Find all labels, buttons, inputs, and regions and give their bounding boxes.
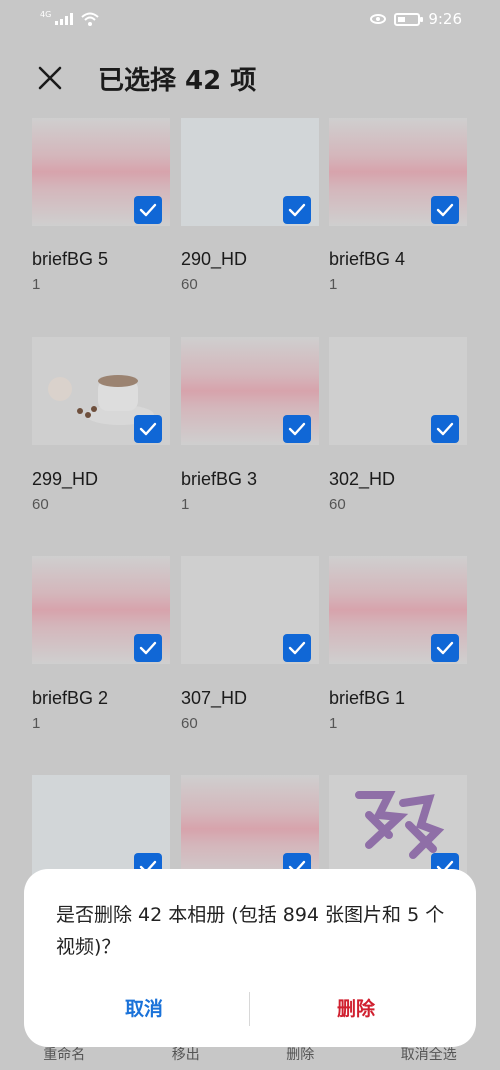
checkbox-checked-icon[interactable] xyxy=(283,634,311,662)
dialog-message: 是否删除 42 本相册 (包括 894 张图片和 5 个视频)？ xyxy=(56,904,445,958)
album-tile[interactable]: briefBG 3 1 xyxy=(181,337,319,513)
album-name: briefBG 4 xyxy=(329,249,406,269)
album-name: briefBG 3 xyxy=(181,469,258,489)
album-name: 299_HD xyxy=(32,469,99,489)
move-out-action[interactable]: 移出 xyxy=(172,1044,200,1064)
album-thumbnail xyxy=(32,775,170,883)
album-name: 307_HD xyxy=(181,688,248,708)
album-count: 60 xyxy=(181,715,198,732)
delete-action[interactable]: 删除 xyxy=(286,1044,314,1064)
cancel-button[interactable]: 取消 xyxy=(44,993,244,1025)
album-tile[interactable]: briefBG 2 1 xyxy=(32,556,170,732)
album-name: 302_HD xyxy=(329,469,396,489)
album-tile[interactable]: 307_HD 60 xyxy=(181,556,319,732)
album-tile[interactable] xyxy=(181,775,319,883)
checkbox-checked-icon[interactable] xyxy=(431,415,459,443)
rename-action[interactable]: 重命名 xyxy=(43,1044,85,1064)
album-tile[interactable]: briefBG 1 1 xyxy=(329,556,467,732)
album-tile[interactable] xyxy=(329,775,467,883)
album-thumbnail xyxy=(181,775,319,883)
album-thumbnail xyxy=(32,118,170,226)
album-thumbnail xyxy=(181,556,319,664)
album-count: 60 xyxy=(32,496,49,513)
checkbox-checked-icon[interactable] xyxy=(431,634,459,662)
album-name: briefBG 1 xyxy=(329,688,406,708)
album-thumbnail xyxy=(181,118,319,226)
album-count: 1 xyxy=(32,715,41,732)
album-thumbnail xyxy=(329,118,467,226)
checkbox-checked-icon[interactable] xyxy=(134,634,162,662)
album-tile[interactable]: 302_HD 60 xyxy=(329,337,467,513)
album-name: briefBG 5 xyxy=(32,249,109,269)
album-thumbnail xyxy=(32,556,170,664)
checkbox-checked-icon[interactable] xyxy=(431,196,459,224)
album-thumbnail xyxy=(32,337,170,445)
checkbox-checked-icon[interactable] xyxy=(283,415,311,443)
album-thumbnail xyxy=(329,775,467,883)
album-thumbnail xyxy=(181,337,319,445)
delete-confirm-dialog: 是否删除 42 本相册 (包括 894 张图片和 5 个视频)？ 取消 删除 xyxy=(24,869,476,1047)
album-thumbnail xyxy=(329,337,467,445)
album-tile[interactable]: briefBG 4 1 xyxy=(329,118,467,293)
checkbox-checked-icon[interactable] xyxy=(134,415,162,443)
dialog-divider xyxy=(249,992,250,1026)
album-count: 60 xyxy=(329,496,346,513)
album-name: 290_HD xyxy=(181,249,248,269)
album-tile[interactable] xyxy=(32,775,170,883)
album-name: briefBG 2 xyxy=(32,688,109,708)
album-count: 1 xyxy=(181,496,190,513)
album-thumbnail xyxy=(329,556,467,664)
album-tile[interactable]: 290_HD 60 xyxy=(181,118,319,293)
delete-button[interactable]: 删除 xyxy=(256,993,456,1025)
checkbox-checked-icon[interactable] xyxy=(283,196,311,224)
album-tile[interactable]: 299_HD 60 xyxy=(32,337,170,513)
album-count: 1 xyxy=(329,276,338,293)
album-count: 1 xyxy=(32,276,41,293)
checkbox-checked-icon[interactable] xyxy=(134,196,162,224)
album-count: 60 xyxy=(181,276,198,293)
album-tile[interactable]: briefBG 5 1 xyxy=(32,118,170,293)
deselect-all-action[interactable]: 取消全选 xyxy=(401,1044,457,1064)
album-count: 1 xyxy=(329,715,338,732)
